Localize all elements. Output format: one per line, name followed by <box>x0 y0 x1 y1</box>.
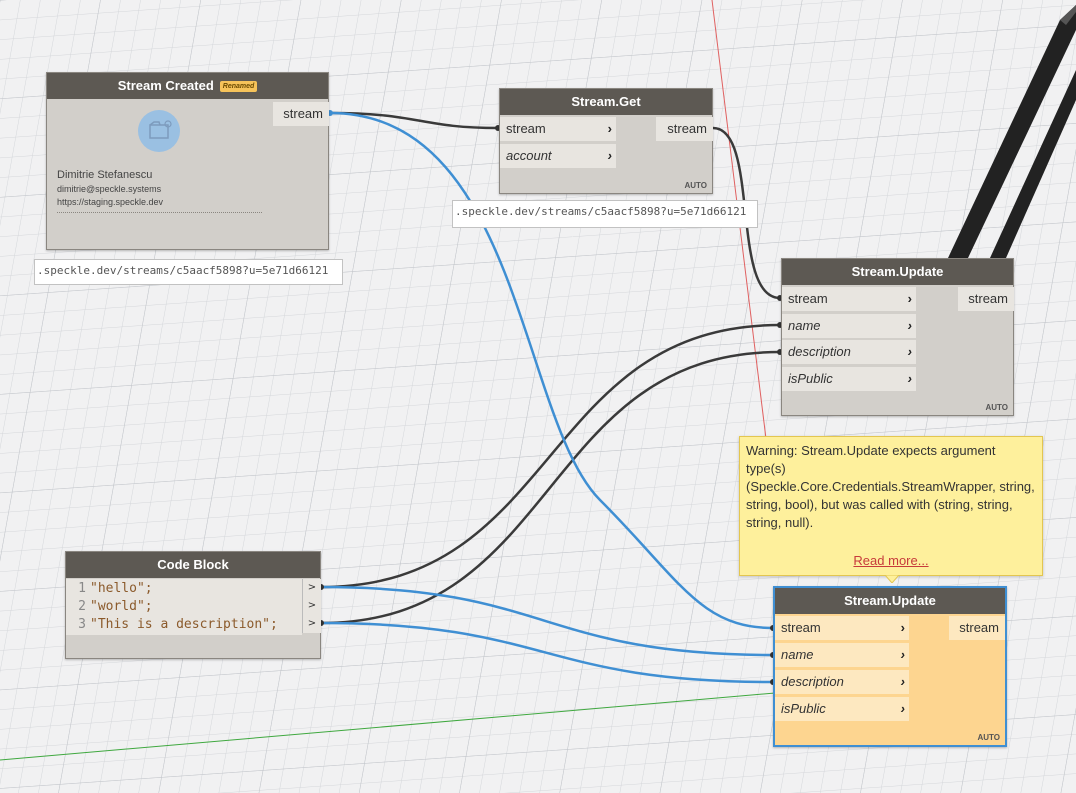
node-header[interactable]: Stream.Get <box>500 89 712 115</box>
port-label: stream <box>283 106 323 121</box>
port-label: isPublic <box>781 701 826 716</box>
warning-message: Warning: Stream.Update expects argument … <box>746 443 1035 530</box>
node-stream-update[interactable]: Stream.Update stream › name › description ›… <box>781 258 1014 416</box>
port-label: stream <box>781 620 821 635</box>
port-label: description <box>788 344 851 359</box>
line-number: 2 <box>78 599 86 614</box>
chevron-right-icon: › <box>607 121 612 136</box>
port-label: stream <box>968 291 1008 306</box>
input-port-description[interactable]: description › <box>782 340 916 364</box>
folder-icon <box>149 120 172 139</box>
node-title: Code Block <box>157 557 229 572</box>
tooltip-pointer <box>885 575 899 583</box>
port-label: name <box>781 647 814 662</box>
input-port-stream[interactable]: stream › <box>775 616 909 640</box>
input-port-stream[interactable]: stream › <box>500 117 616 141</box>
input-port-ispublic[interactable]: isPublic › <box>782 367 916 391</box>
user-email: dimitrie@speckle.systems <box>57 184 162 194</box>
output-port-stream[interactable]: stream <box>656 117 713 141</box>
chevron-right-icon: › <box>907 291 912 306</box>
node-header[interactable]: Stream.Update <box>782 259 1013 285</box>
port-label: stream <box>959 620 999 635</box>
wire-code3-to-update1-desc <box>319 350 782 625</box>
chevron-right-icon: › <box>900 647 905 662</box>
input-port-name[interactable]: name › <box>775 643 909 667</box>
node-title: Stream.Update <box>851 264 944 279</box>
line-number: 1 <box>78 581 86 596</box>
port-label: description <box>781 674 844 689</box>
warning-tooltip: Warning: Stream.Update expects argument … <box>739 436 1043 583</box>
renamed-badge: Renamed <box>219 81 258 93</box>
code-text[interactable]: "world"; <box>90 599 153 614</box>
chevron-right-icon: › <box>907 318 912 333</box>
node-title: Stream Created <box>117 78 214 93</box>
code-line[interactable]: 2 "world"; <box>66 598 153 616</box>
code-editor[interactable]: 1 "hello"; 2 "world"; 3 "This is a descript… <box>66 579 302 635</box>
node-header[interactable]: Stream Created Renamed <box>47 73 328 99</box>
chevron-right-icon: › <box>907 344 912 359</box>
port-label: stream <box>506 121 546 136</box>
port-label: account <box>506 148 552 163</box>
divider <box>57 212 262 213</box>
lacing-indicator[interactable]: AUTO <box>684 181 707 190</box>
input-port-stream[interactable]: stream › <box>782 287 916 311</box>
node-title: Stream.Update <box>844 593 936 608</box>
code-text[interactable]: "hello"; <box>90 581 153 596</box>
output-port-stream[interactable]: stream <box>273 102 329 126</box>
chevron-right-icon: › <box>907 371 912 386</box>
port-label: stream <box>788 291 828 306</box>
lacing-indicator[interactable]: AUTO <box>977 733 1000 742</box>
node-stream-get[interactable]: Stream.Get stream › account › stream AUTO <box>499 88 713 194</box>
chevron-right-icon: › <box>900 701 905 716</box>
node-stream-update-warning[interactable]: Stream.Update stream › name › description ›… <box>773 586 1007 747</box>
node-title: Stream.Get <box>571 94 641 109</box>
output-port-line-2[interactable]: > <box>302 597 321 615</box>
node-stream-created[interactable]: Stream Created Renamed stream Dimitrie St… <box>46 72 329 250</box>
input-port-ispublic[interactable]: isPublic › <box>775 697 909 721</box>
preview-bubble: .speckle.dev/streams/c5aacf5898?u=5e71d6… <box>34 259 343 285</box>
graph-canvas[interactable]: Stream Created Renamed stream Dimitrie St… <box>0 0 1076 793</box>
output-port-line-3[interactable]: > <box>302 615 321 633</box>
server-url: https://staging.speckle.dev <box>57 197 164 207</box>
port-label: stream <box>667 121 707 136</box>
chevron-right-icon: › <box>900 674 905 689</box>
output-port-stream[interactable]: stream <box>958 287 1014 311</box>
node-code-block[interactable]: Code Block 1 "hello"; 2 "world"; 3 "This is… <box>65 551 321 659</box>
port-label: isPublic <box>788 371 833 386</box>
line-number: 3 <box>78 617 86 632</box>
wire-code1-to-update1-name <box>319 323 782 589</box>
wire-code1-to-update2-name <box>319 585 775 657</box>
code-line[interactable]: 1 "hello"; <box>66 580 153 598</box>
stream-icon <box>138 110 180 152</box>
code-line[interactable]: 3 "This is a description"; <box>66 616 278 634</box>
chevron-right-icon: › <box>607 148 612 163</box>
output-port-line-1[interactable]: > <box>302 579 321 597</box>
lacing-indicator[interactable]: AUTO <box>985 403 1008 412</box>
node-header[interactable]: Stream.Update <box>775 588 1005 614</box>
output-port-stream[interactable]: stream <box>949 616 1005 640</box>
preview-bubble: .speckle.dev/streams/c5aacf5898?u=5e71d6… <box>452 200 758 228</box>
port-label: name <box>788 318 821 333</box>
input-port-name[interactable]: name › <box>782 314 916 338</box>
node-header[interactable]: Code Block <box>66 552 320 578</box>
read-more-link[interactable]: Read more... <box>740 552 1042 570</box>
input-port-description[interactable]: description › <box>775 670 909 694</box>
code-text[interactable]: "This is a description"; <box>90 617 278 632</box>
input-port-account[interactable]: account › <box>500 144 616 168</box>
chevron-right-icon: › <box>900 620 905 635</box>
user-name: Dimitrie Stefanescu <box>57 169 153 181</box>
